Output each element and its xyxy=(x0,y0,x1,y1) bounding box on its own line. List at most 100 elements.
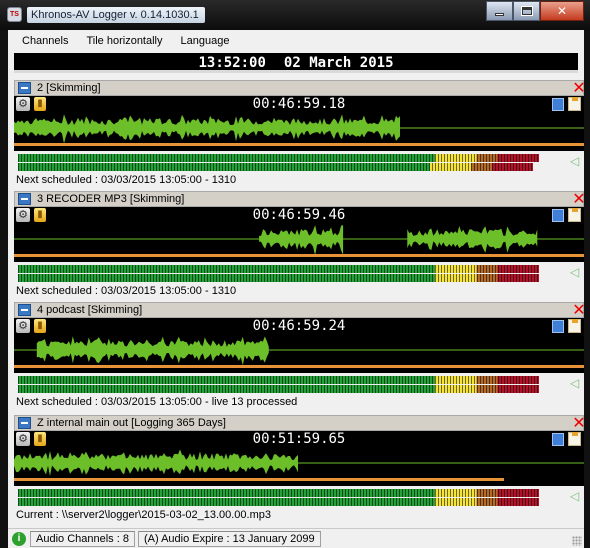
channel-elapsed-time: 00:46:59.18 xyxy=(252,96,346,112)
bookmark-icon[interactable]: ▮ xyxy=(34,319,46,333)
vu-meter-right-level xyxy=(18,385,539,393)
maximize-icon xyxy=(520,6,533,16)
channel-elapsed-time: 00:46:59.46 xyxy=(252,207,346,223)
channel-header: 4 podcast [Skimming] ✕ xyxy=(14,302,587,319)
channel-time-row: 00:51:59.65 ⚙ ▮ xyxy=(14,431,584,448)
channel-elapsed-time: 00:46:59.24 xyxy=(252,318,346,334)
monitor-icon[interactable] xyxy=(552,433,564,446)
maximize-button[interactable] xyxy=(513,1,540,21)
recording-progress-bar xyxy=(14,478,505,481)
title-bar: TS Khronos-AV Logger v. 0.14.1030.1 ✕ xyxy=(0,0,590,30)
speaker-icon[interactable]: ◁ xyxy=(570,155,580,167)
vu-meter: ◁ xyxy=(14,151,584,173)
close-icon: ✕ xyxy=(572,302,586,319)
channel-window-icon[interactable] xyxy=(18,193,31,205)
waveform-display[interactable] xyxy=(14,113,584,143)
speaker-icon[interactable]: ◁ xyxy=(570,377,580,389)
info-icon: i xyxy=(12,531,26,546)
channel-name: 2 [Skimming] xyxy=(37,82,101,94)
window-frame-left xyxy=(0,30,8,548)
channel-header: 3 RECODER MP3 [Skimming] ✕ xyxy=(14,191,587,208)
vu-meter-right xyxy=(18,385,566,393)
settings-gear-icon[interactable]: ⚙ xyxy=(16,319,30,333)
minimize-button[interactable] xyxy=(486,1,513,21)
monitor-icon[interactable] xyxy=(552,98,564,111)
channel-window-icon[interactable] xyxy=(18,304,31,316)
close-icon: ✕ xyxy=(572,191,586,208)
speaker-icon[interactable]: ◁ xyxy=(570,266,580,278)
channel-panel: 4 podcast [Skimming] ✕ 00:46:59.24 ⚙ ▮ ◁… xyxy=(14,302,587,410)
audio-channels-count: Audio Channels : 8 xyxy=(30,530,135,547)
waveform-svg xyxy=(14,225,584,254)
vu-meter-right-level xyxy=(18,274,539,282)
channel-elapsed-time: 00:51:59.65 xyxy=(252,431,346,447)
clipboard-icon[interactable] xyxy=(568,208,581,222)
channel-time-row: 00:46:59.18 ⚙ ▮ xyxy=(14,96,584,113)
monitor-icon[interactable] xyxy=(552,320,564,333)
vu-meter-right xyxy=(18,498,566,506)
waveform-segment xyxy=(259,225,344,254)
window-frame-right xyxy=(584,30,590,548)
menu-tile-horizontally[interactable]: Tile horizontally xyxy=(86,35,162,47)
channel-panel: Z internal main out [Logging 365 Days] ✕… xyxy=(14,415,587,523)
bookmark-icon[interactable]: ▮ xyxy=(34,97,46,111)
recording-progress-bar xyxy=(14,365,584,368)
channel-time-row: 00:46:59.46 ⚙ ▮ xyxy=(14,207,584,224)
settings-gear-icon[interactable]: ⚙ xyxy=(16,208,30,222)
vu-meter-left xyxy=(18,154,566,162)
bookmark-icon[interactable]: ▮ xyxy=(34,432,46,446)
vu-meter-left xyxy=(18,265,566,273)
settings-gear-icon[interactable]: ⚙ xyxy=(16,97,30,111)
clipboard-icon[interactable] xyxy=(568,319,581,333)
client-area: Channels Tile horizontally Language 13:5… xyxy=(8,30,587,548)
vu-meter-left-level xyxy=(18,489,539,497)
channel-status-text: Next scheduled : 03/03/2015 13:05:00 - l… xyxy=(16,396,298,408)
window-title: Khronos-AV Logger v. 0.14.1030.1 xyxy=(27,7,205,23)
channel-status-text: Next scheduled : 03/03/2015 13:05:00 - 1… xyxy=(16,174,237,186)
menu-language[interactable]: Language xyxy=(181,35,230,47)
vu-meter-left-level xyxy=(18,376,539,384)
window-controls: ✕ xyxy=(486,1,584,21)
clipboard-icon[interactable] xyxy=(568,432,581,446)
waveform-display[interactable] xyxy=(14,224,584,254)
waveform-display[interactable] xyxy=(14,448,584,478)
channel-name: 3 RECODER MP3 [Skimming] xyxy=(37,193,185,205)
channel-window-icon[interactable] xyxy=(18,82,31,94)
channel-close-button[interactable]: ✕ xyxy=(571,192,587,208)
channel-close-button[interactable]: ✕ xyxy=(571,416,587,432)
waveform-segment xyxy=(36,336,269,365)
vu-meter-right-level xyxy=(18,498,539,506)
channel-header: Z internal main out [Logging 365 Days] ✕ xyxy=(14,415,587,432)
vu-meter-right xyxy=(18,163,566,171)
menu-channels[interactable]: Channels xyxy=(22,35,68,47)
vu-meter: ◁ xyxy=(14,373,584,395)
close-icon: ✕ xyxy=(556,4,568,18)
channel-window-icon[interactable] xyxy=(18,417,31,429)
vu-meter-left-level xyxy=(18,154,539,162)
channel-close-button[interactable]: ✕ xyxy=(571,303,587,319)
waveform-svg xyxy=(14,336,584,365)
audio-expire: (A) Audio Expire : 13 January 2099 xyxy=(137,530,321,547)
channel-status-text: Next scheduled : 03/03/2015 13:05:00 - 1… xyxy=(16,285,237,297)
resize-grip[interactable] xyxy=(572,536,582,546)
vu-meter-right-level xyxy=(18,163,534,171)
menu-bar: Channels Tile horizontally Language xyxy=(8,30,584,52)
speaker-icon[interactable]: ◁ xyxy=(570,490,580,502)
clock-date: 02 March 2015 xyxy=(283,55,394,71)
recording-progress-bar xyxy=(14,254,584,257)
vu-meter: ◁ xyxy=(14,486,584,508)
waveform-segment xyxy=(407,226,538,253)
channel-close-button[interactable]: ✕ xyxy=(571,81,587,97)
settings-gear-icon[interactable]: ⚙ xyxy=(16,432,30,446)
clipboard-icon[interactable] xyxy=(568,97,581,111)
vu-meter: ◁ xyxy=(14,262,584,284)
waveform-display[interactable] xyxy=(14,335,584,365)
app-icon[interactable]: TS xyxy=(7,7,22,22)
close-button[interactable]: ✕ xyxy=(540,1,584,21)
channel-name: 4 podcast [Skimming] xyxy=(37,304,143,316)
clock-time: 13:52:00 xyxy=(198,55,266,71)
bookmark-icon[interactable]: ▮ xyxy=(34,208,46,222)
waveform-svg xyxy=(14,114,584,143)
channel-panel: 2 [Skimming] ✕ 00:46:59.18 ⚙ ▮ ◁ Next sc… xyxy=(14,80,587,188)
monitor-icon[interactable] xyxy=(552,209,564,222)
